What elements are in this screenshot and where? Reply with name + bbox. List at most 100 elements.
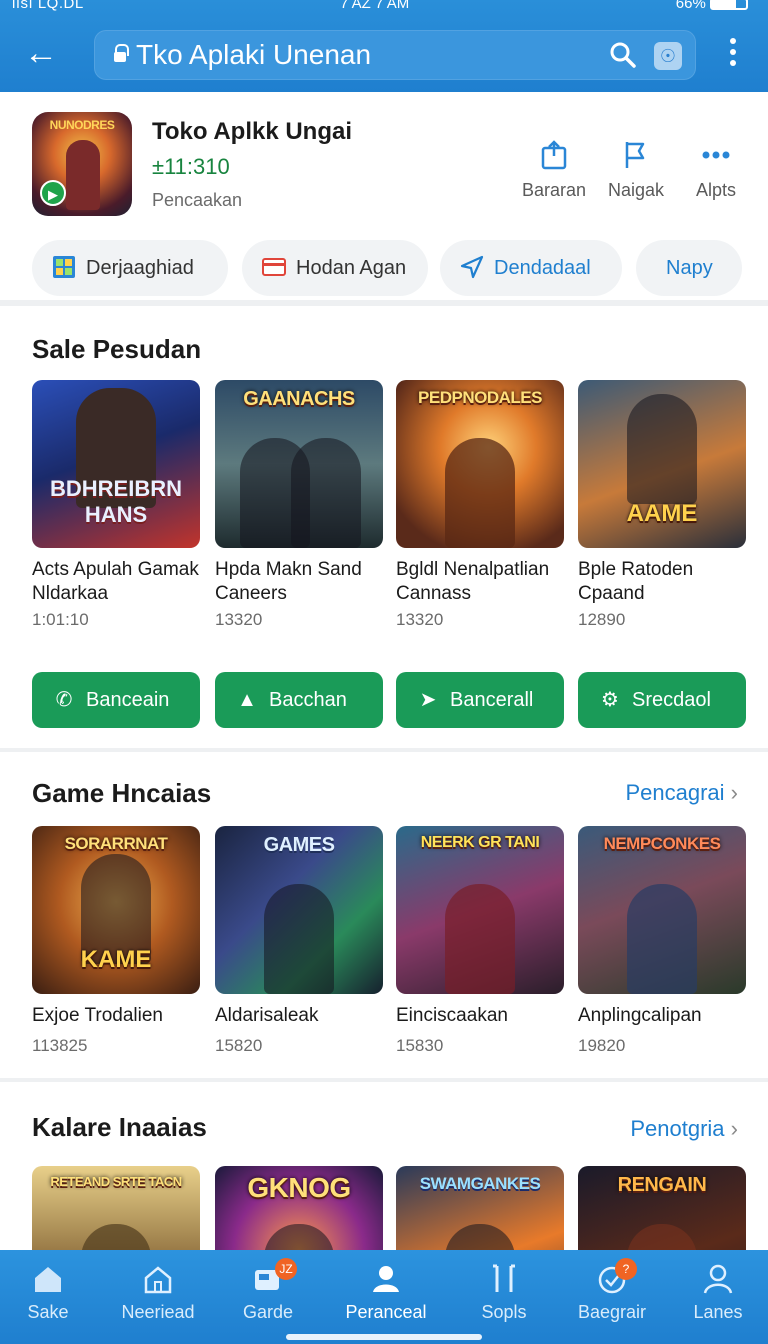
section-sale: Sale Pesudan BDHREIBRN HANS Acts Apulah … [0, 312, 768, 748]
game-name: Bple Ratoden Cpaand [578, 559, 694, 604]
game-thumbnail[interactable]: GAANACHS [215, 380, 383, 548]
game-card[interactable]: SORARRNAT KAME Exjoe Trodalien 113825 [32, 826, 200, 1056]
grid-icon [53, 256, 75, 278]
srecdaol-button[interactable]: ⚙ Srecdaol [578, 672, 746, 728]
game-count: 13320 [396, 610, 444, 629]
game-card[interactable]: RETEAND SRTE TACN [32, 1166, 200, 1250]
thumbs-up-icon: ▲ [237, 689, 257, 711]
search-input[interactable]: Tko Aplaki Unenan [136, 40, 371, 70]
see-more-link[interactable]: Penotgria › [630, 1116, 738, 1142]
section-title: Kalare Inaaias [32, 1112, 207, 1142]
game-count: 19820 [578, 1036, 626, 1055]
game-card[interactable]: GAMES Aldarisaleak 15820 [215, 826, 383, 1056]
app-subtitle: Pencaakan [152, 190, 243, 210]
status-bar: lısı LQ.DL 7 AZ 7 AM 66% [0, 0, 768, 14]
game-card[interactable]: PEDPNODALES Bgldl Nenalpatlian Cannass 1… [396, 380, 564, 630]
game-count: 113825 [32, 1036, 88, 1055]
home-indicator [286, 1334, 482, 1340]
chip-derjaaghiad[interactable]: Derjaaghiad [32, 240, 228, 296]
game-name: Aldarisaleak [215, 1005, 319, 1026]
search-icon[interactable] [608, 40, 638, 70]
game-name: Hpda Makn Sand Caneers [215, 559, 362, 604]
app-price: ±11:310 [152, 154, 230, 179]
home-icon [35, 1267, 61, 1292]
notification-badge: ? [615, 1258, 637, 1280]
game-thumbnail[interactable]: RENGAIN [578, 1166, 746, 1250]
section-kalare: Kalare Inaaias Penotgria › RETEAND SRTE … [0, 1082, 768, 1250]
play-icon: ▶ [40, 180, 66, 206]
share-icon [541, 140, 567, 170]
phone-icon: ✆ [55, 689, 73, 711]
game-thumbnail[interactable]: SORARRNAT KAME [32, 826, 200, 994]
game-count: 13320 [215, 610, 263, 629]
game-name: Bgldl Nenalpatlian Cannass [396, 559, 550, 604]
game-count: 15830 [396, 1036, 444, 1055]
nav-item-garde[interactable]: JZ Garde [214, 1258, 322, 1323]
bird-icon: ➤ [419, 689, 437, 711]
game-card[interactable]: BDHREIBRN HANS Acts Apulah Gamak Nldarka… [32, 380, 200, 630]
nav-item-lanes[interactable]: Lanes [664, 1262, 768, 1323]
nav-item-baegrair[interactable]: ? Baegrair [558, 1258, 666, 1323]
game-thumbnail[interactable]: NEMPCONKES [578, 826, 746, 994]
status-time: 7 AZ 7 AM [340, 0, 410, 12]
game-name: Acts Apulah Gamak Nldarkaa [32, 559, 199, 604]
game-count: 1:01:10 [32, 610, 89, 629]
overflow-menu-icon[interactable] [726, 38, 740, 72]
person-icon [373, 1266, 399, 1292]
game-card[interactable]: GKNOG [215, 1166, 383, 1250]
battery-icon [710, 0, 748, 11]
game-card[interactable]: RENGAIN [578, 1166, 746, 1250]
game-thumbnail[interactable]: BDHREIBRN HANS [32, 380, 200, 548]
game-thumbnail[interactable]: GAMES [215, 826, 383, 994]
bracket-icon [493, 1264, 515, 1292]
flag-button[interactable]: Naigak [596, 138, 676, 201]
shield-icon[interactable]: ☉ [654, 42, 682, 70]
game-card[interactable]: NEMPCONKES Anplingcalipan 19820 [578, 826, 746, 1056]
game-card[interactable]: NEERK GR TANI Einciscaakan 15830 [396, 826, 564, 1056]
app-bar: lısı LQ.DL 7 AZ 7 AM 66% ← Tko Aplaki Un… [0, 0, 768, 92]
game-card[interactable]: GAANACHS Hpda Makn Sand Caneers 13320 [215, 380, 383, 630]
gear-icon: ⚙ [601, 689, 619, 711]
banceain-button[interactable]: ✆ Banceain [32, 672, 200, 728]
flag-icon [625, 142, 645, 168]
more-button[interactable]: Alpts [676, 138, 756, 201]
game-thumbnail[interactable]: PEDPNODALES [396, 380, 564, 548]
nav-item-neeriead[interactable]: Neeriead [104, 1262, 212, 1323]
game-count: 15820 [215, 1036, 263, 1055]
chevron-right-icon: › [730, 780, 738, 805]
bancerall-button[interactable]: ➤ Bancerall [396, 672, 564, 728]
chip-hodan-agan[interactable]: Hodan Agan [242, 240, 428, 296]
bottom-navigation: Sake Neeriead JZ Garde Peranceal Sopls ?… [0, 1250, 768, 1344]
game-thumbnail[interactable]: SWAMGANKES [396, 1166, 564, 1250]
nav-item-peranceal[interactable]: Peranceal [332, 1262, 440, 1323]
chip-dendadaal[interactable]: Dendadaal [440, 240, 622, 296]
see-more-link[interactable]: Pencagrai › [625, 780, 738, 806]
status-battery: 66% [676, 0, 748, 11]
game-card[interactable]: AAME Bple Ratoden Cpaand 12890 [578, 380, 746, 630]
nav-item-sake[interactable]: Sake [0, 1262, 102, 1323]
app-header: NUNODRES ▶ Toko Aplkk Ungai ±11:310 Penc… [0, 92, 768, 306]
back-arrow-icon[interactable]: ← [24, 36, 60, 72]
chip-row: Derjaaghiad Hodan Agan Dendadaal Napy [32, 240, 752, 296]
game-thumbnail[interactable]: NEERK GR TANI [396, 826, 564, 994]
lock-icon [114, 44, 129, 62]
nav-item-sopls[interactable]: Sopls [450, 1262, 558, 1323]
status-signal: lısı LQ.DL [12, 0, 84, 12]
section-title: Sale Pesudan [32, 334, 202, 364]
bacchan-button[interactable]: ▲ Bacchan [215, 672, 383, 728]
share-button[interactable]: Bararan [514, 138, 594, 201]
search-bar[interactable]: Tko Aplaki Unenan ☉ [94, 30, 696, 80]
game-thumbnail[interactable]: AAME [578, 380, 746, 548]
game-name: Anplingcalipan [578, 1005, 702, 1026]
app-icon[interactable]: NUNODRES ▶ [32, 112, 132, 216]
game-name: Exjoe Trodalien [32, 1005, 163, 1026]
notification-badge: JZ [275, 1258, 297, 1280]
app-icon-title: NUNODRES [49, 118, 115, 132]
send-icon [460, 255, 484, 279]
chip-napy[interactable]: Napy [636, 240, 742, 296]
game-card[interactable]: SWAMGANKES [396, 1166, 564, 1250]
game-thumbnail[interactable]: GKNOG [215, 1166, 383, 1250]
game-thumbnail[interactable]: RETEAND SRTE TACN [32, 1166, 200, 1250]
game-name: Einciscaakan [396, 1005, 508, 1026]
card-icon [262, 258, 286, 276]
